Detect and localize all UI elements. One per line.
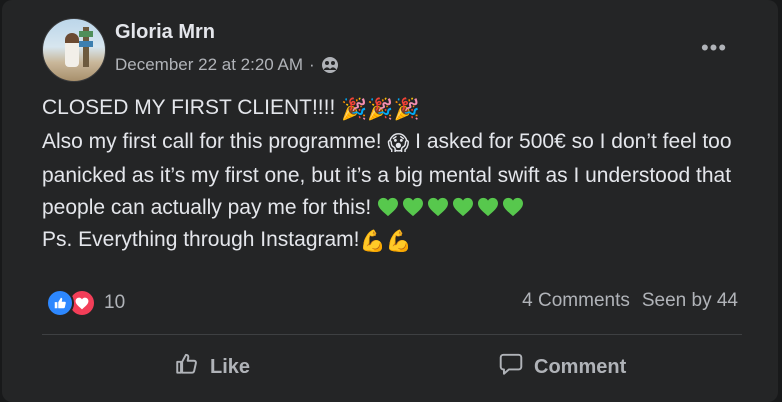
group-icon <box>321 56 339 74</box>
actions-divider <box>42 334 742 335</box>
comment-bubble-icon <box>498 351 524 383</box>
green-heart-icon <box>503 197 524 217</box>
party-popper-icon: 🎉 <box>367 98 394 121</box>
screaming-face-icon: 😱 <box>387 132 410 155</box>
like-button-label: Like <box>210 355 251 378</box>
post-line-1: CLOSED MY FIRST CLIENT!!!! 🎉🎉🎉 <box>42 92 742 126</box>
party-popper-icon: 🎉 <box>393 98 420 121</box>
avatar-signpost <box>79 27 93 67</box>
author-name[interactable]: Gloria Mrn <box>115 21 215 44</box>
green-heart-icon <box>428 197 449 217</box>
post-line-2: Also my first call for this programme! 😱… <box>42 130 732 219</box>
seen-by-link[interactable]: Seen by 44 <box>642 290 738 312</box>
reactions-summary[interactable]: 10 <box>46 289 125 317</box>
meta-separator: · <box>309 55 315 74</box>
like-reaction-icon <box>46 289 74 317</box>
reaction-count: 10 <box>104 292 126 313</box>
party-popper-icon: 🎉 <box>341 98 368 121</box>
thumbs-up-icon <box>174 351 200 383</box>
comment-button-label: Comment <box>534 355 627 378</box>
post-stats: 4 Comments Seen by 44 <box>522 290 738 312</box>
green-heart-icon <box>378 197 399 217</box>
post-line-3: Ps. Everything through Instagram!💪💪 <box>42 224 742 258</box>
green-heart-icons <box>377 196 527 219</box>
post-text: CLOSED MY FIRST CLIENT!!!! 🎉🎉🎉 Also my f… <box>42 92 742 258</box>
post-card: Gloria Mrn December 22 at 2:20 AM · ••• … <box>2 0 778 402</box>
comments-count-link[interactable]: 4 Comments <box>522 290 630 312</box>
avatar[interactable] <box>42 18 106 82</box>
avatar-person-figure <box>65 33 79 67</box>
green-heart-icon <box>453 197 474 217</box>
flexed-biceps-icon: 💪 <box>385 230 412 253</box>
more-options-button[interactable]: ••• <box>696 30 732 66</box>
post-meta: December 22 at 2:20 AM · <box>115 55 339 75</box>
green-heart-icon <box>478 197 499 217</box>
flexed-biceps-icon: 💪 <box>359 230 386 253</box>
green-heart-icon <box>403 197 424 217</box>
like-button[interactable]: Like <box>174 346 250 388</box>
post-timestamp[interactable]: December 22 at 2:20 AM <box>115 55 303 75</box>
comment-button[interactable]: Comment <box>498 346 626 388</box>
